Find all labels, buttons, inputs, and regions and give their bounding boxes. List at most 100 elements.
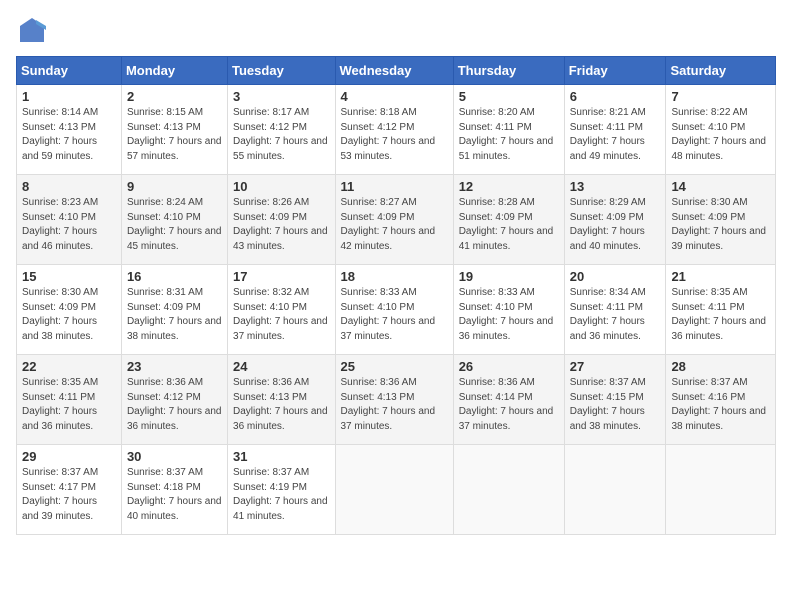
day-number: 28 [671, 359, 770, 374]
day-number: 6 [570, 89, 661, 104]
day-info: Sunrise: 8:36 AMSunset: 4:12 PMDaylight:… [127, 377, 222, 432]
calendar-cell: 12 Sunrise: 8:28 AMSunset: 4:09 PMDayligh… [453, 175, 564, 265]
calendar-cell [453, 445, 564, 535]
calendar-cell: 6 Sunrise: 8:21 AMSunset: 4:11 PMDaylight… [564, 85, 666, 175]
day-number: 12 [459, 179, 559, 194]
day-number: 18 [341, 269, 448, 284]
day-info: Sunrise: 8:31 AMSunset: 4:09 PMDaylight:… [127, 287, 222, 342]
day-info: Sunrise: 8:24 AMSunset: 4:10 PMDaylight:… [127, 197, 222, 252]
header-tuesday: Tuesday [228, 57, 335, 85]
header-monday: Monday [121, 57, 227, 85]
week-row-5: 29 Sunrise: 8:37 AMSunset: 4:17 PMDayligh… [17, 445, 776, 535]
day-number: 4 [341, 89, 448, 104]
day-number: 24 [233, 359, 329, 374]
calendar-cell: 11 Sunrise: 8:27 AMSunset: 4:09 PMDayligh… [335, 175, 453, 265]
day-number: 10 [233, 179, 329, 194]
header-saturday: Saturday [666, 57, 776, 85]
calendar-cell: 13 Sunrise: 8:29 AMSunset: 4:09 PMDayligh… [564, 175, 666, 265]
day-number: 22 [22, 359, 116, 374]
day-info: Sunrise: 8:33 AMSunset: 4:10 PMDaylight:… [459, 287, 554, 342]
day-info: Sunrise: 8:29 AMSunset: 4:09 PMDaylight:… [570, 197, 646, 252]
day-info: Sunrise: 8:37 AMSunset: 4:15 PMDaylight:… [570, 377, 646, 432]
calendar-cell: 31Sunrise: 8:37 AMSunset: 4:19 PMDayligh… [228, 445, 335, 535]
days-header-row: SundayMondayTuesdayWednesdayThursdayFrid… [17, 57, 776, 85]
week-row-2: 8Sunrise: 8:23 AMSunset: 4:10 PMDaylight… [17, 175, 776, 265]
calendar-cell: 28 Sunrise: 8:37 AMSunset: 4:16 PMDayligh… [666, 355, 776, 445]
day-info: Sunrise: 8:14 AMSunset: 4:13 PMDaylight:… [22, 107, 98, 162]
day-number: 26 [459, 359, 559, 374]
calendar-cell [666, 445, 776, 535]
day-number: 19 [459, 269, 559, 284]
day-number: 17 [233, 269, 329, 284]
day-number: 2 [127, 89, 222, 104]
calendar-cell: 29 Sunrise: 8:37 AMSunset: 4:17 PMDayligh… [17, 445, 122, 535]
day-info: Sunrise: 8:28 AMSunset: 4:09 PMDaylight:… [459, 197, 554, 252]
day-info: Sunrise: 8:15 AMSunset: 4:13 PMDaylight:… [127, 107, 222, 162]
calendar-cell: 4 Sunrise: 8:18 AMSunset: 4:12 PMDaylight… [335, 85, 453, 175]
day-info: Sunrise: 8:37 AMSunset: 4:16 PMDaylight:… [671, 377, 766, 432]
calendar-cell [564, 445, 666, 535]
header-thursday: Thursday [453, 57, 564, 85]
calendar-cell: 14 Sunrise: 8:30 AMSunset: 4:09 PMDayligh… [666, 175, 776, 265]
day-number: 14 [671, 179, 770, 194]
day-info: Sunrise: 8:37 AMSunset: 4:17 PMDaylight:… [22, 467, 98, 522]
header-wednesday: Wednesday [335, 57, 453, 85]
day-number: 11 [341, 179, 448, 194]
day-info: Sunrise: 8:37 AMSunset: 4:19 PMDaylight:… [233, 467, 328, 522]
calendar-cell: 10 Sunrise: 8:26 AMSunset: 4:09 PMDayligh… [228, 175, 335, 265]
week-row-1: 1 Sunrise: 8:14 AMSunset: 4:13 PMDaylight… [17, 85, 776, 175]
calendar-cell [335, 445, 453, 535]
calendar-cell: 21 Sunrise: 8:35 AMSunset: 4:11 PMDayligh… [666, 265, 776, 355]
calendar-cell: 24Sunrise: 8:36 AMSunset: 4:13 PMDayligh… [228, 355, 335, 445]
day-info: Sunrise: 8:30 AMSunset: 4:09 PMDaylight:… [671, 197, 766, 252]
calendar-cell: 16 Sunrise: 8:31 AMSunset: 4:09 PMDayligh… [121, 265, 227, 355]
calendar-cell: 30Sunrise: 8:37 AMSunset: 4:18 PMDayligh… [121, 445, 227, 535]
day-number: 15 [22, 269, 116, 284]
day-info: Sunrise: 8:22 AMSunset: 4:10 PMDaylight:… [671, 107, 766, 162]
day-number: 30 [127, 449, 222, 464]
calendar-table: SundayMondayTuesdayWednesdayThursdayFrid… [16, 56, 776, 535]
calendar-cell: 5Sunrise: 8:20 AMSunset: 4:11 PMDaylight… [453, 85, 564, 175]
day-info: Sunrise: 8:27 AMSunset: 4:09 PMDaylight:… [341, 197, 436, 252]
day-number: 9 [127, 179, 222, 194]
calendar-cell: 17 Sunrise: 8:32 AMSunset: 4:10 PMDayligh… [228, 265, 335, 355]
day-info: Sunrise: 8:18 AMSunset: 4:12 PMDaylight:… [341, 107, 436, 162]
calendar-cell: 25Sunrise: 8:36 AMSunset: 4:13 PMDayligh… [335, 355, 453, 445]
calendar-cell: 26 Sunrise: 8:36 AMSunset: 4:14 PMDayligh… [453, 355, 564, 445]
calendar-cell: 7 Sunrise: 8:22 AMSunset: 4:10 PMDaylight… [666, 85, 776, 175]
logo-icon [16, 16, 48, 44]
calendar-cell: 27 Sunrise: 8:37 AMSunset: 4:15 PMDayligh… [564, 355, 666, 445]
day-info: Sunrise: 8:17 AMSunset: 4:12 PMDaylight:… [233, 107, 328, 162]
calendar-cell: 23 Sunrise: 8:36 AMSunset: 4:12 PMDayligh… [121, 355, 227, 445]
calendar-cell: 2 Sunrise: 8:15 AMSunset: 4:13 PMDaylight… [121, 85, 227, 175]
day-number: 1 [22, 89, 116, 104]
day-info: Sunrise: 8:35 AMSunset: 4:11 PMDaylight:… [671, 287, 766, 342]
calendar-cell: 9 Sunrise: 8:24 AMSunset: 4:10 PMDaylight… [121, 175, 227, 265]
day-info: Sunrise: 8:36 AMSunset: 4:14 PMDaylight:… [459, 377, 554, 432]
day-number: 7 [671, 89, 770, 104]
day-number: 27 [570, 359, 661, 374]
calendar-cell: 20Sunrise: 8:34 AMSunset: 4:11 PMDayligh… [564, 265, 666, 355]
calendar-cell: 8Sunrise: 8:23 AMSunset: 4:10 PMDaylight… [17, 175, 122, 265]
day-info: Sunrise: 8:36 AMSunset: 4:13 PMDaylight:… [341, 377, 436, 432]
day-info: Sunrise: 8:35 AMSunset: 4:11 PMDaylight:… [22, 377, 98, 432]
day-number: 16 [127, 269, 222, 284]
day-number: 3 [233, 89, 329, 104]
header [16, 16, 776, 44]
day-number: 13 [570, 179, 661, 194]
day-number: 21 [671, 269, 770, 284]
day-number: 23 [127, 359, 222, 374]
week-row-4: 22 Sunrise: 8:35 AMSunset: 4:11 PMDayligh… [17, 355, 776, 445]
calendar-cell: 15Sunrise: 8:30 AMSunset: 4:09 PMDayligh… [17, 265, 122, 355]
day-number: 20 [570, 269, 661, 284]
calendar-cell: 22 Sunrise: 8:35 AMSunset: 4:11 PMDayligh… [17, 355, 122, 445]
header-sunday: Sunday [17, 57, 122, 85]
day-info: Sunrise: 8:32 AMSunset: 4:10 PMDaylight:… [233, 287, 328, 342]
week-row-3: 15Sunrise: 8:30 AMSunset: 4:09 PMDayligh… [17, 265, 776, 355]
calendar-cell: 19 Sunrise: 8:33 AMSunset: 4:10 PMDayligh… [453, 265, 564, 355]
calendar-cell: 3 Sunrise: 8:17 AMSunset: 4:12 PMDaylight… [228, 85, 335, 175]
day-info: Sunrise: 8:26 AMSunset: 4:09 PMDaylight:… [233, 197, 328, 252]
day-number: 29 [22, 449, 116, 464]
calendar-cell: 1 Sunrise: 8:14 AMSunset: 4:13 PMDaylight… [17, 85, 122, 175]
day-info: Sunrise: 8:21 AMSunset: 4:11 PMDaylight:… [570, 107, 646, 162]
